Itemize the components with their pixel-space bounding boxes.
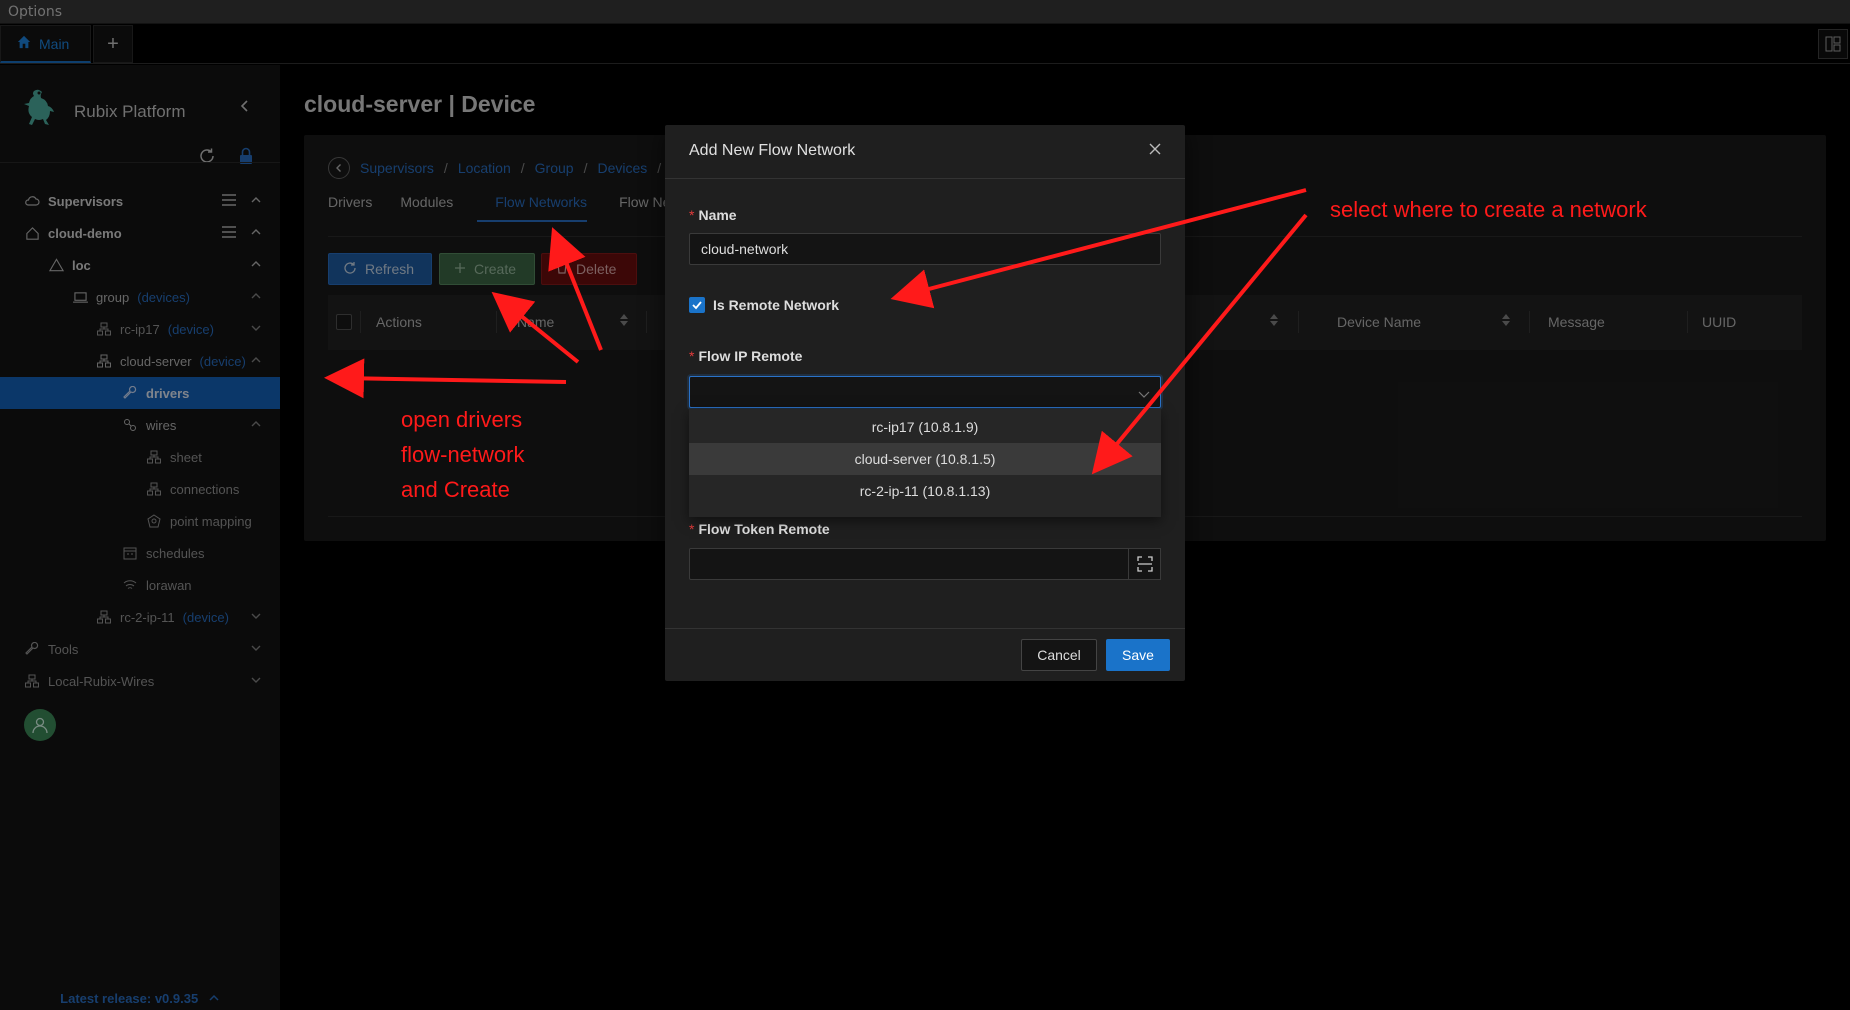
app-window: Options Main + Rubix Platform Supervisor… (0, 0, 1850, 1010)
flow-ip-dropdown: rc-ip17 (10.8.1.9) cloud-server (10.8.1.… (689, 409, 1161, 517)
chevron-down-icon (1138, 386, 1150, 402)
close-icon[interactable] (1147, 141, 1163, 162)
flow-ip-option[interactable]: rc-2-ip-11 (10.8.1.13) (689, 475, 1161, 507)
flow-ip-label: * Flow IP Remote (689, 348, 803, 364)
annotation-right-note: select where to create a network (1330, 197, 1647, 222)
flow-ip-option[interactable]: cloud-server (10.8.1.5) (689, 443, 1161, 475)
annotation-left-note: open drivers flow-network and Create (401, 407, 525, 502)
token-label: * Flow Token Remote (689, 521, 830, 537)
flow-token-field[interactable] (689, 548, 1129, 580)
name-label: * Name (689, 207, 737, 223)
dialog-header: Add New Flow Network (665, 125, 1185, 179)
dialog-footer: Cancel Save (665, 628, 1185, 681)
dialog-title: Add New Flow Network (689, 142, 856, 159)
flow-ip-select[interactable] (689, 376, 1161, 408)
cancel-button[interactable]: Cancel (1021, 639, 1097, 671)
is-remote-label[interactable]: Is Remote Network (713, 297, 839, 313)
save-button[interactable]: Save (1106, 639, 1170, 671)
is-remote-checkbox[interactable] (689, 297, 705, 313)
scan-icon[interactable] (1128, 548, 1161, 580)
name-field[interactable]: cloud-network (689, 233, 1161, 265)
flow-ip-option[interactable]: rc-ip17 (10.8.1.9) (689, 411, 1161, 443)
add-flow-network-dialog: Add New Flow Network * Name cloud-network… (665, 125, 1185, 681)
